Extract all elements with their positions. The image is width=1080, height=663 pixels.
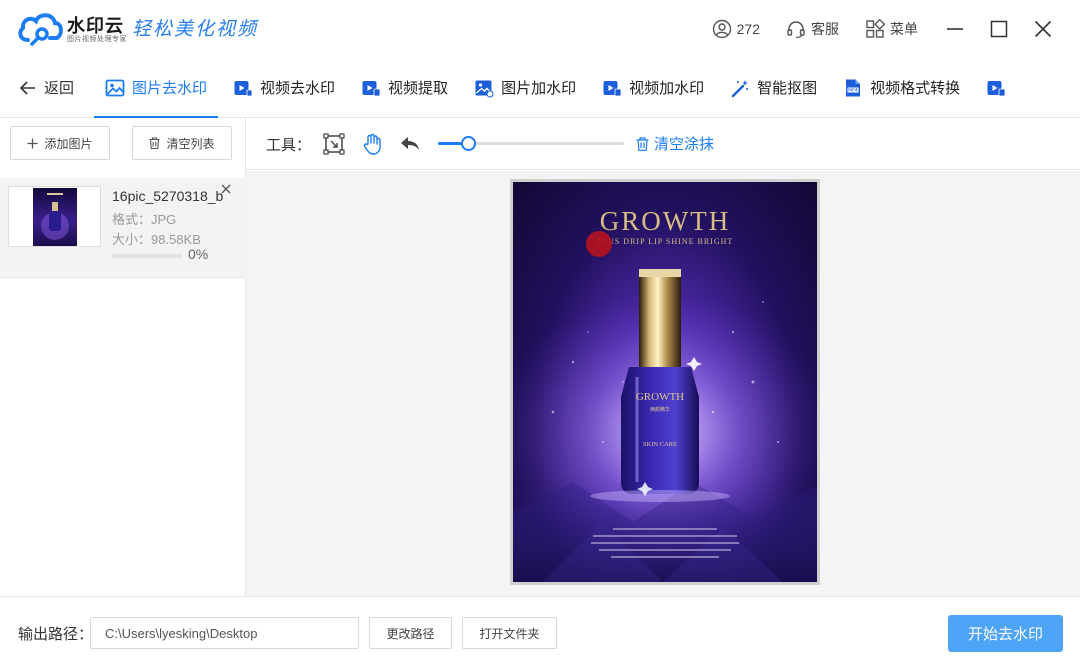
bottle-line: SKIN CARE [643, 441, 677, 448]
add-image-label: 添加图片 [44, 136, 93, 151]
bottle-brand: GROWTH [636, 391, 684, 403]
arrow-left-icon [20, 80, 35, 95]
image-add-icon [475, 80, 494, 97]
poster-subtitle: PLUS DRIP LIP SHINE BRIGHT [597, 237, 734, 246]
back-button[interactable]: 返回 [0, 58, 92, 117]
menu-label: 菜单 [890, 21, 918, 37]
minimize-icon [947, 28, 963, 30]
video-extract-icon [362, 80, 381, 96]
user-count-value: 272 [736, 21, 760, 37]
menu-grid-icon [866, 19, 885, 38]
tab-video-format-convert[interactable]: MP4 视频格式转换 [830, 58, 973, 117]
plus-icon [27, 138, 38, 148]
hand-pan-tool-icon[interactable] [360, 132, 384, 156]
close-icon [221, 184, 231, 194]
file-name: 16pic_5270318_b [112, 188, 224, 204]
brush-size-slider[interactable] [438, 136, 624, 151]
change-path-button[interactable]: 更改路径 [369, 617, 452, 649]
file-mp4-icon: MP4 [846, 79, 861, 96]
close-button[interactable] [1032, 18, 1054, 40]
tab-label: 智能抠图 [757, 80, 818, 97]
trash-icon [149, 137, 160, 149]
cloud-logo-icon [18, 13, 63, 46]
clear-list-label: 清空列表 [166, 136, 215, 151]
preview-image: GROWTH PLUS DRIP LIP SHINE BRIGHT GROWTH… [513, 182, 817, 582]
poster-title: GROWTH [600, 206, 730, 236]
bottle-subtitle: 焕颜精华 [650, 406, 670, 413]
video-add-icon [603, 80, 622, 96]
file-progress-text: 0% [188, 246, 209, 262]
poster-graphic: GROWTH PLUS DRIP LIP SHINE BRIGHT GROWTH… [513, 206, 817, 582]
image-icon [105, 79, 125, 96]
output-path-field[interactable]: C:\Users\lyesking\Desktop [90, 617, 359, 649]
tab-label: 视频提取 [388, 80, 449, 97]
select-box-tool-icon[interactable] [322, 132, 346, 156]
user-count[interactable]: 272 [712, 19, 760, 39]
footer-bar: 输出路径： C:\Users\lyesking\Desktop 更改路径 打开文… [0, 596, 1080, 663]
start-remove-watermark-button[interactable]: 开始去水印 [948, 615, 1063, 652]
tab-image-remove-watermark[interactable]: 图片去水印 [92, 58, 220, 118]
tab-video-add-watermark[interactable]: 视频加水印 [589, 58, 717, 117]
tab-image-add-watermark[interactable]: 图片加水印 [461, 58, 589, 117]
file-progress-bar [112, 254, 182, 258]
clear-brush-label: 清空涂抹 [654, 136, 715, 153]
file-list-item[interactable]: 16pic_5270318_b 格式：JPG 大小：98.58KB 0% [0, 178, 246, 278]
maximize-button[interactable] [988, 18, 1010, 40]
clear-brush-button[interactable]: 清空涂抹 [636, 133, 714, 154]
tab-label: 视频加水印 [629, 80, 705, 97]
tab-label: 视频去水印 [260, 80, 336, 97]
minimize-button[interactable] [944, 18, 966, 40]
tab-smart-cutout[interactable]: 智能抠图 [717, 58, 830, 117]
tab-label: 视频格式转换 [870, 80, 961, 97]
back-label: 返回 [44, 80, 75, 97]
magic-wand-icon [731, 79, 749, 97]
file-list-panel: 添加图片 清空列表 16pic_5270318_b 格式：JPG 大小：98.5… [0, 118, 246, 596]
editor-toolbar: 工具： 清空涂抹 [246, 118, 1080, 170]
menu-button[interactable]: 菜单 [865, 19, 918, 39]
service-button[interactable]: 客服 [786, 19, 839, 39]
title-bar: 水印云 图片视频处理专家 轻松美化视频 272 客服 菜单 [0, 0, 1080, 58]
app-slogan: 轻松美化视频 [132, 18, 259, 40]
tab-label: 图片加水印 [501, 80, 577, 97]
tools-label: 工具： [266, 137, 312, 154]
tab-video-remove-watermark[interactable]: 视频去水印 [220, 58, 348, 117]
file-format: 格式：JPG [112, 212, 177, 227]
tab-video-extract[interactable]: 视频提取 [348, 58, 461, 117]
open-folder-button[interactable]: 打开文件夹 [462, 617, 557, 649]
video-icon [234, 80, 253, 96]
headset-icon [787, 21, 805, 39]
thumbnail-image [32, 187, 77, 246]
user-icon [712, 19, 731, 39]
tab-more[interactable] [973, 58, 1006, 117]
add-image-button[interactable]: 添加图片 [10, 126, 110, 160]
slider-handle[interactable] [460, 136, 476, 151]
undo-icon[interactable] [398, 132, 422, 156]
service-label: 客服 [811, 21, 839, 37]
image-canvas[interactable]: GROWTH PLUS DRIP LIP SHINE BRIGHT GROWTH… [246, 171, 1080, 596]
svg-text:MP4: MP4 [848, 87, 858, 93]
tab-label: 图片去水印 [132, 80, 208, 97]
preview-image-frame: GROWTH PLUS DRIP LIP SHINE BRIGHT GROWTH… [510, 179, 820, 585]
video-more-icon [987, 80, 1006, 96]
maximize-icon [990, 20, 1008, 38]
trash-icon [636, 136, 649, 151]
clear-list-button[interactable]: 清空列表 [132, 126, 232, 160]
close-icon [1034, 20, 1052, 38]
app-subtitle: 图片视频处理专家 [67, 36, 127, 43]
remove-file-button[interactable] [221, 181, 231, 198]
output-path-label: 输出路径： [18, 626, 94, 643]
file-thumbnail [8, 186, 101, 247]
feature-nav: 返回 图片去水印 视频去水印 视频提取 图片加水印 视频加水印 智能抠图 MP4… [0, 58, 1080, 118]
